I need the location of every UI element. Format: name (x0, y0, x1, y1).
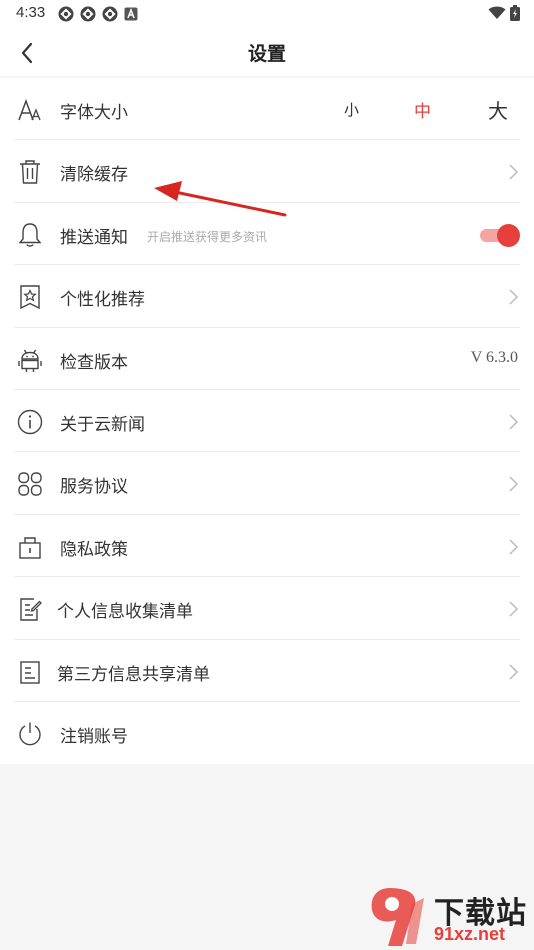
app-notification-icon (102, 6, 118, 22)
setting-label: 服务协议 (60, 477, 128, 498)
wifi-icon (488, 6, 506, 19)
font-size-icon (17, 97, 43, 123)
app-notification-icon (58, 6, 74, 22)
setting-push-notification: 推送通知 开启推送获得更多资讯 (0, 203, 534, 266)
font-size-small-option[interactable]: 小 (344, 99, 359, 120)
setting-third-party-list[interactable]: 第三方信息共享清单 (0, 640, 534, 703)
status-time: 4:33 (16, 4, 46, 21)
push-toggle[interactable] (480, 223, 520, 247)
setting-personal-info-list[interactable]: 个人信息收集清单 (0, 577, 534, 640)
star-badge-icon (17, 284, 43, 310)
toggle-knob (497, 223, 520, 247)
power-icon (17, 721, 43, 747)
notification-icons (58, 5, 138, 23)
font-size-large-option[interactable]: 大 (488, 95, 508, 124)
a-badge-icon (124, 7, 138, 21)
status-bar: 4:33 (0, 0, 534, 28)
app-notification-icon (80, 6, 96, 22)
setting-clear-cache[interactable]: 清除缓存 (0, 140, 534, 204)
battery-charging-icon (510, 5, 520, 21)
chevron-right-icon (509, 289, 519, 305)
setting-about[interactable]: 关于云新闻 (0, 390, 534, 453)
watermark-url: 91xz.net (434, 924, 506, 944)
font-size-options: 小 中 大 (338, 95, 518, 125)
system-icons (488, 5, 520, 21)
android-icon (17, 347, 43, 373)
document-list-icon (17, 659, 43, 685)
four-squares-icon (17, 471, 43, 497)
setting-label: 隐私政策 (60, 539, 128, 560)
setting-label: 推送通知 (60, 227, 128, 248)
chevron-right-icon (509, 164, 519, 180)
setting-privacy-policy[interactable]: 隐私政策 (0, 515, 534, 578)
info-icon (17, 409, 43, 435)
chevron-right-icon (509, 663, 519, 680)
setting-label: 个性化推荐 (60, 290, 145, 311)
chevron-right-icon (509, 601, 519, 617)
setting-label: 关于云新闻 (60, 414, 145, 435)
settings-list: 字体大小 小 中 大 清除缓存 推送通知 开启推送获得更多资讯 个性化推荐 检查… (0, 78, 534, 765)
setting-label: 检查版本 (60, 352, 128, 373)
setting-check-version[interactable]: 检查版本 V 6.3.0 (0, 328, 534, 391)
setting-label: 字体大小 (60, 103, 128, 123)
chevron-right-icon (509, 414, 519, 430)
setting-label: 清除缓存 (60, 165, 128, 186)
setting-label: 注销账号 (60, 726, 128, 747)
setting-label: 第三方信息共享清单 (57, 664, 210, 685)
version-text: V 6.3.0 (470, 348, 518, 366)
chevron-right-icon (509, 539, 519, 555)
edit-document-icon (17, 596, 43, 622)
setting-font-size: 字体大小 小 中 大 (0, 78, 534, 141)
bell-icon (17, 222, 43, 248)
trash-icon (17, 159, 43, 185)
setting-deactivate-account[interactable]: 注销账号 (0, 702, 534, 764)
lock-icon (17, 534, 43, 560)
chevron-right-icon (509, 476, 519, 492)
page-title: 设置 (247, 43, 286, 65)
font-size-medium-option[interactable]: 中 (414, 97, 431, 122)
setting-personalized-recommendation[interactable]: 个性化推荐 (0, 265, 534, 328)
setting-service-agreement[interactable]: 服务协议 (0, 452, 534, 516)
setting-label: 个人信息收集清单 (57, 602, 193, 623)
watermark-logo (371, 888, 424, 946)
setting-hint: 开启推送获得更多资讯 (147, 229, 268, 244)
header: 设置 (0, 28, 534, 76)
watermark: 下载站 91xz.net (368, 884, 534, 950)
